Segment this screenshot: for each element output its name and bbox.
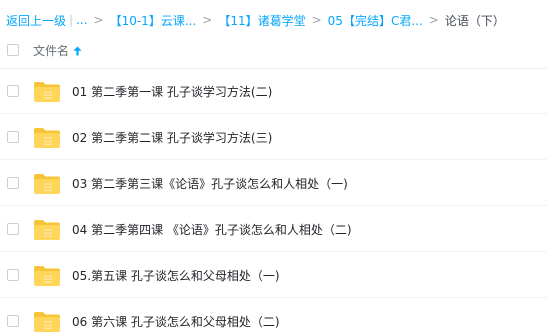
- back-link[interactable]: 返回上一级: [6, 12, 66, 29]
- breadcrumb-separator: >: [93, 13, 104, 27]
- folder-icon: [34, 266, 60, 286]
- arrow-up-icon[interactable]: [73, 46, 82, 56]
- list-item[interactable]: 01 第二季第一课 孔子谈学习方法(二): [0, 68, 547, 114]
- column-header-label: 文件名: [33, 44, 70, 58]
- list-item[interactable]: 02 第二季第二课 孔子谈学习方法(三): [0, 114, 547, 160]
- row-checkbox[interactable]: [7, 85, 19, 97]
- file-name[interactable]: 05.第五课 孔子谈怎么和父母相处（一): [72, 267, 280, 284]
- breadcrumb: 返回上一级 | ... > 【10-1】云课... > 【11】诸葛学堂 > 0…: [6, 10, 505, 30]
- file-list: 01 第二季第一课 孔子谈学习方法(二) 02 第二季第二课 孔子谈学习方法(三…: [0, 68, 547, 332]
- file-name[interactable]: 01 第二季第一课 孔子谈学习方法(二): [72, 83, 272, 100]
- breadcrumb-separator: >: [428, 13, 439, 27]
- breadcrumb-current: 论语（下）: [444, 13, 505, 28]
- breadcrumb-pipe: |: [69, 13, 74, 27]
- list-item[interactable]: 05.第五课 孔子谈怎么和父母相处（一): [0, 252, 547, 298]
- folder-icon: [34, 82, 60, 102]
- list-item[interactable]: 03 第二季第三课《论语》孔子谈怎么和人相处（一): [0, 160, 547, 206]
- breadcrumb-item[interactable]: 【11】诸葛学堂: [218, 12, 305, 29]
- file-name[interactable]: 06 第六课 孔子谈怎么和父母相处（二): [72, 313, 280, 330]
- list-item[interactable]: 04 第二季第四课 《论语》孔子谈怎么和人相处（二): [0, 206, 547, 252]
- file-name[interactable]: 04 第二季第四课 《论语》孔子谈怎么和人相处（二): [72, 221, 352, 238]
- breadcrumb-separator: >: [311, 13, 322, 27]
- file-name[interactable]: 03 第二季第三课《论语》孔子谈怎么和人相处（一): [72, 175, 348, 192]
- row-checkbox[interactable]: [7, 223, 19, 235]
- breadcrumb-item[interactable]: 05【完结】C君...: [328, 12, 423, 29]
- file-name[interactable]: 02 第二季第二课 孔子谈学习方法(三): [72, 129, 272, 146]
- select-all-checkbox[interactable]: [7, 44, 19, 56]
- folder-icon: [34, 128, 60, 148]
- column-header-filename[interactable]: 文件名: [33, 42, 82, 59]
- breadcrumb-item[interactable]: 【10-1】云课...: [110, 12, 197, 29]
- breadcrumb-ellipsis[interactable]: ...: [76, 13, 87, 27]
- list-item[interactable]: 06 第六课 孔子谈怎么和父母相处（二): [0, 298, 547, 332]
- file-browser: 返回上一级 | ... > 【10-1】云课... > 【11】诸葛学堂 > 0…: [0, 0, 547, 332]
- table-header: 文件名: [0, 34, 547, 69]
- folder-icon: [34, 220, 60, 240]
- folder-icon: [34, 312, 60, 332]
- row-checkbox[interactable]: [7, 315, 19, 327]
- folder-icon: [34, 174, 60, 194]
- row-checkbox[interactable]: [7, 131, 19, 143]
- row-checkbox[interactable]: [7, 177, 19, 189]
- row-checkbox[interactable]: [7, 269, 19, 281]
- breadcrumb-separator: >: [202, 13, 213, 27]
